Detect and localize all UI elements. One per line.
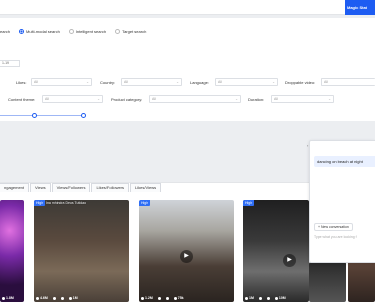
search-filter-panel: earch Multi-modal search Intelligent sea… xyxy=(0,18,375,121)
duration-select[interactable]: All ⌄ xyxy=(271,95,334,103)
top-bar: Magic Stat xyxy=(0,0,375,15)
country-select[interactable]: All ⌄ xyxy=(121,78,182,86)
video-stats: 1.8M xyxy=(2,296,14,300)
video-card[interactable] xyxy=(309,262,346,302)
language-select[interactable]: All ⌄ xyxy=(215,78,278,86)
tab-likes-views[interactable]: Likes/Views xyxy=(130,183,162,192)
search-mode-multimodal[interactable]: Multi-modal search xyxy=(19,28,60,34)
radio-icon xyxy=(115,28,121,34)
heart-icon xyxy=(141,296,144,300)
share-icon xyxy=(68,296,72,300)
duration-label: Duration: xyxy=(248,97,265,102)
video-stats: 4.6M 1M xyxy=(36,296,78,300)
likes-select[interactable]: All ⌄ xyxy=(31,78,92,86)
content-theme-label: Content theme: xyxy=(8,97,36,102)
product-category-label: Product category: xyxy=(111,97,143,102)
video-card[interactable]: 1.8M xyxy=(0,200,24,302)
search-mode-intelligent[interactable]: Intelligent search xyxy=(68,28,106,34)
bookmark-icon xyxy=(266,296,270,300)
quality-badge: High xyxy=(243,200,255,206)
play-icon[interactable]: ▶ xyxy=(180,250,193,263)
chevron-down-icon: ⌄ xyxy=(328,97,331,101)
video-caption: Ina mhindra Deus Tutidao xyxy=(46,201,87,205)
chevron-down-icon: ⌄ xyxy=(272,80,275,84)
heart-icon xyxy=(245,296,248,300)
chevron-down-icon: ⌄ xyxy=(97,97,100,101)
tab-likes-followers[interactable]: Likes/Followers xyxy=(91,183,130,192)
search-mode-keyword[interactable]: earch xyxy=(0,29,10,34)
video-stats: 1.2M 75k xyxy=(141,296,184,300)
new-conversation-button[interactable]: + New conversation xyxy=(314,223,353,231)
chevron-down-icon: ⌄ xyxy=(86,80,89,84)
bookmark-icon xyxy=(60,296,64,300)
quality-badge: High xyxy=(34,200,46,206)
tab-views[interactable]: Views xyxy=(30,183,51,192)
range-slider-max-handle[interactable] xyxy=(81,113,86,118)
range-slider-track[interactable] xyxy=(0,115,85,116)
comment-icon xyxy=(258,296,262,300)
brand-label[interactable]: Magic Stat xyxy=(345,0,375,15)
user-message: dancing on beach at night xyxy=(314,156,375,167)
heart-icon xyxy=(36,296,39,300)
video-card[interactable]: High ▶ 1.2M 75k xyxy=(139,200,234,302)
play-icon[interactable]: ▶ xyxy=(283,254,296,267)
share-icon xyxy=(173,296,177,300)
product-category-select[interactable]: All ⌄ xyxy=(149,95,241,103)
tab-engagement[interactable]: ngagement xyxy=(0,183,30,192)
search-mode-row: earch Multi-modal search Intelligent sea… xyxy=(0,27,155,35)
heart-icon xyxy=(2,296,5,300)
chevron-down-icon: ⌄ xyxy=(176,80,179,84)
comment-icon xyxy=(157,296,161,300)
content-theme-select[interactable]: All ⌄ xyxy=(42,95,103,103)
radio-icon xyxy=(68,28,74,34)
chevron-down-icon: ⌄ xyxy=(235,97,238,101)
range-slider-min-handle[interactable] xyxy=(32,113,37,118)
assistant-chat-panel: ‹ dancing on beach at night + New conver… xyxy=(307,140,375,263)
collapse-icon[interactable]: ‹ xyxy=(307,143,312,150)
droppable-video-select[interactable]: All xyxy=(321,78,375,86)
bookmark-icon xyxy=(165,296,169,300)
date-range-field[interactable]: 1-19 xyxy=(0,60,20,67)
radio-selected-icon xyxy=(19,28,25,34)
chat-input[interactable]: Type what you are looking f xyxy=(314,235,375,243)
share-icon xyxy=(274,296,278,300)
droppable-video-label: Droppable video: xyxy=(285,80,316,85)
quality-badge: High xyxy=(139,200,151,206)
tab-views-followers[interactable]: Views/Followers xyxy=(51,183,91,192)
search-mode-target[interactable]: Target search xyxy=(115,28,146,34)
video-card[interactable]: High ▶ 1M 10M xyxy=(243,200,309,302)
likes-label: Likes: xyxy=(16,80,27,85)
language-label: Language: xyxy=(190,80,209,85)
video-card[interactable]: High Ina mhindra Deus Tutidao 4.6M 1M xyxy=(34,200,129,302)
video-stats: 1M 10M xyxy=(245,296,286,300)
country-label: Country: xyxy=(100,80,116,85)
comment-icon xyxy=(52,296,56,300)
